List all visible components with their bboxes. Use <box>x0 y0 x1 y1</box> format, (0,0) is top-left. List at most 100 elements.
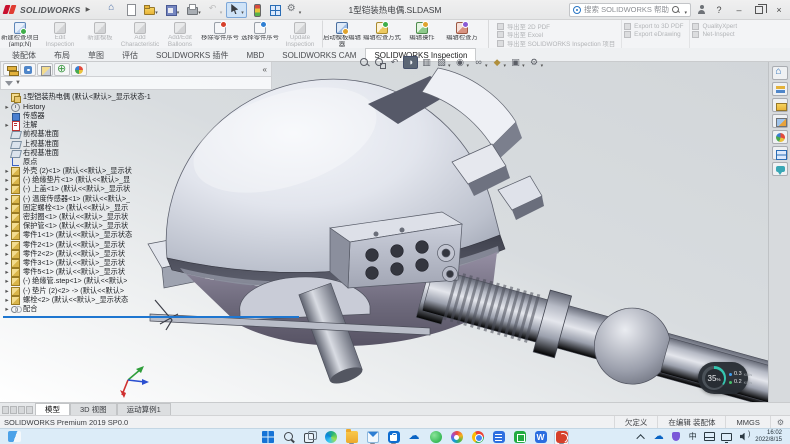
view-tool-button[interactable] <box>358 56 371 69</box>
ribbon-button[interactable]: 编辑检查方式 <box>362 20 402 48</box>
property-manager-tab[interactable] <box>20 63 36 76</box>
quick-access-button[interactable] <box>248 2 265 18</box>
task-pane-tab[interactable] <box>772 146 788 160</box>
task-pane-tab[interactable] <box>772 162 788 176</box>
taskbar-app-button[interactable] <box>365 430 380 444</box>
view-tool-button[interactable] <box>472 56 489 69</box>
taskbar-app-button[interactable] <box>344 430 359 444</box>
dropdown-caret-icon[interactable] <box>298 1 302 19</box>
taskbar-app-button[interactable] <box>386 430 401 444</box>
expand-arrow[interactable]: ▸ <box>3 296 11 304</box>
ribbon-button[interactable]: Add Characteristic <box>120 20 160 48</box>
expand-arrow[interactable]: ▸ <box>3 287 11 295</box>
quick-access-button[interactable] <box>266 2 283 18</box>
taskbar-app-button[interactable] <box>281 430 296 444</box>
tray-icon[interactable] <box>721 431 732 442</box>
dropdown-caret-icon[interactable] <box>540 54 544 72</box>
quick-access-button[interactable] <box>122 2 139 18</box>
quick-access-button[interactable] <box>183 2 204 18</box>
export-item[interactable]: Net-Inspect <box>692 31 737 40</box>
expand-arrow[interactable]: ▸ <box>3 213 11 221</box>
view-tool-button[interactable] <box>528 56 545 69</box>
expand-arrow[interactable]: ▸ <box>3 204 11 212</box>
quick-access-button[interactable] <box>140 2 161 18</box>
ribbon-button[interactable]: 新建模板 <box>80 20 120 48</box>
ribbon-tab[interactable]: SOLIDWORKS 插件 <box>147 48 237 61</box>
menu-flyout-arrow-icon[interactable]: ▶ <box>86 6 91 13</box>
view-tool-button[interactable] <box>420 56 433 69</box>
ribbon-tab[interactable]: 装配体 <box>3 48 45 61</box>
view-tool-button[interactable] <box>491 56 508 69</box>
export-item[interactable]: QualityXpert <box>692 22 737 31</box>
expand-arrow[interactable]: ▸ <box>3 268 11 276</box>
expand-arrow[interactable]: ▸ <box>3 241 11 249</box>
taskbar-app-button[interactable] <box>554 430 569 444</box>
view-tool-button[interactable] <box>388 56 401 69</box>
ribbon-button[interactable]: 编辑检查方 <box>442 20 482 48</box>
expand-arrow[interactable]: ▸ <box>3 167 11 175</box>
expand-arrow[interactable]: ▸ <box>3 185 11 193</box>
task-pane-tab[interactable] <box>772 114 788 128</box>
expand-arrow[interactable]: ▸ <box>3 305 11 313</box>
view-tool-button[interactable] <box>373 56 386 69</box>
close-button[interactable]: × <box>772 5 786 15</box>
taskbar-app-button[interactable] <box>491 430 506 444</box>
quick-access-button[interactable] <box>162 2 183 18</box>
ribbon-button[interactable]: 选择零件序号 <box>240 20 280 48</box>
ribbon-tab[interactable]: SOLIDWORKS CAM <box>273 48 365 61</box>
taskbar-app-button[interactable] <box>512 430 527 444</box>
ribbon-button[interactable]: 启动模板编辑器 <box>322 20 362 48</box>
restore-button[interactable] <box>755 6 763 14</box>
view-tool-button[interactable] <box>509 56 526 69</box>
dropdown-caret-icon[interactable] <box>521 54 525 72</box>
status-item[interactable]: MMGS <box>725 416 769 428</box>
export-item[interactable]: Export to 3D PDF <box>624 22 683 31</box>
task-pane-tab[interactable] <box>772 82 788 96</box>
tree-item[interactable]: ▸ 配合 <box>3 304 302 313</box>
ribbon-button[interactable]: 编辑操作 <box>402 20 442 48</box>
expand-arrow[interactable]: ▸ <box>3 121 11 129</box>
dropdown-caret-icon[interactable] <box>447 54 451 72</box>
dropdown-caret-icon[interactable] <box>219 1 223 19</box>
feature-manager-tab[interactable] <box>3 63 19 76</box>
export-item[interactable]: Export eDrawing <box>624 31 683 40</box>
expand-arrow[interactable]: ▸ <box>3 103 11 111</box>
net-speed-widget[interactable]: 35 % 0.3 KB/s 0.2 KB/s <box>698 362 748 394</box>
panel-collapse-icon[interactable]: « <box>263 65 269 74</box>
tree-root-item[interactable]: 1型铠装热电偶 (默认<默认>_显示状态-1 <box>3 92 302 101</box>
export-item[interactable]: 导出至 Excel <box>497 31 615 40</box>
tray-icon[interactable] <box>636 431 647 442</box>
expand-arrow[interactable]: ▸ <box>3 195 11 203</box>
export-item[interactable]: 导出至 2D PDF <box>497 22 615 31</box>
expand-arrow[interactable]: ▸ <box>3 259 11 267</box>
filter-caret-icon[interactable]: ▼ <box>15 80 21 86</box>
expand-arrow[interactable]: ▸ <box>3 222 11 230</box>
view-tool-button[interactable] <box>435 56 452 69</box>
document-tab[interactable]: 运动算例1 <box>117 403 171 415</box>
ribbon-tab[interactable]: 评估 <box>113 48 147 61</box>
document-tab[interactable]: 3D 视图 <box>70 403 117 415</box>
taskbar-app-button[interactable] <box>428 430 443 444</box>
tree-item[interactable]: ▸ History <box>3 102 302 111</box>
ribbon-button[interactable]: 新建检查项目 (amp;N) <box>0 20 40 48</box>
search-caret-icon[interactable] <box>683 1 687 19</box>
taskbar-app-button[interactable] <box>407 430 422 444</box>
document-tab[interactable]: 模型 <box>35 403 70 415</box>
task-pane-tab[interactable] <box>772 66 788 80</box>
taskbar-app-button[interactable] <box>470 430 485 444</box>
login-user-icon[interactable] <box>697 5 706 15</box>
status-item[interactable]: 欠定义 <box>614 416 658 428</box>
export-item[interactable]: 导出至 SOLIDWORKS Inspection 项目 <box>497 39 615 48</box>
tray-icon[interactable] <box>738 431 749 442</box>
quick-access-button[interactable] <box>226 2 247 18</box>
taskbar-app-button[interactable] <box>260 430 275 444</box>
quick-access-button[interactable] <box>205 2 226 18</box>
ribbon-button[interactable]: Update Inspection Project <box>280 20 320 48</box>
help-search-box[interactable]: 搜索 SOLIDWORKS 帮助 <box>569 3 691 17</box>
tray-icon[interactable] <box>653 431 664 442</box>
configuration-manager-tab[interactable] <box>37 63 53 76</box>
dropdown-caret-icon[interactable] <box>484 54 488 72</box>
search-icon[interactable] <box>672 6 680 14</box>
quick-access-button[interactable] <box>284 2 305 18</box>
tree-filter-bar[interactable]: ▼ <box>0 77 272 90</box>
